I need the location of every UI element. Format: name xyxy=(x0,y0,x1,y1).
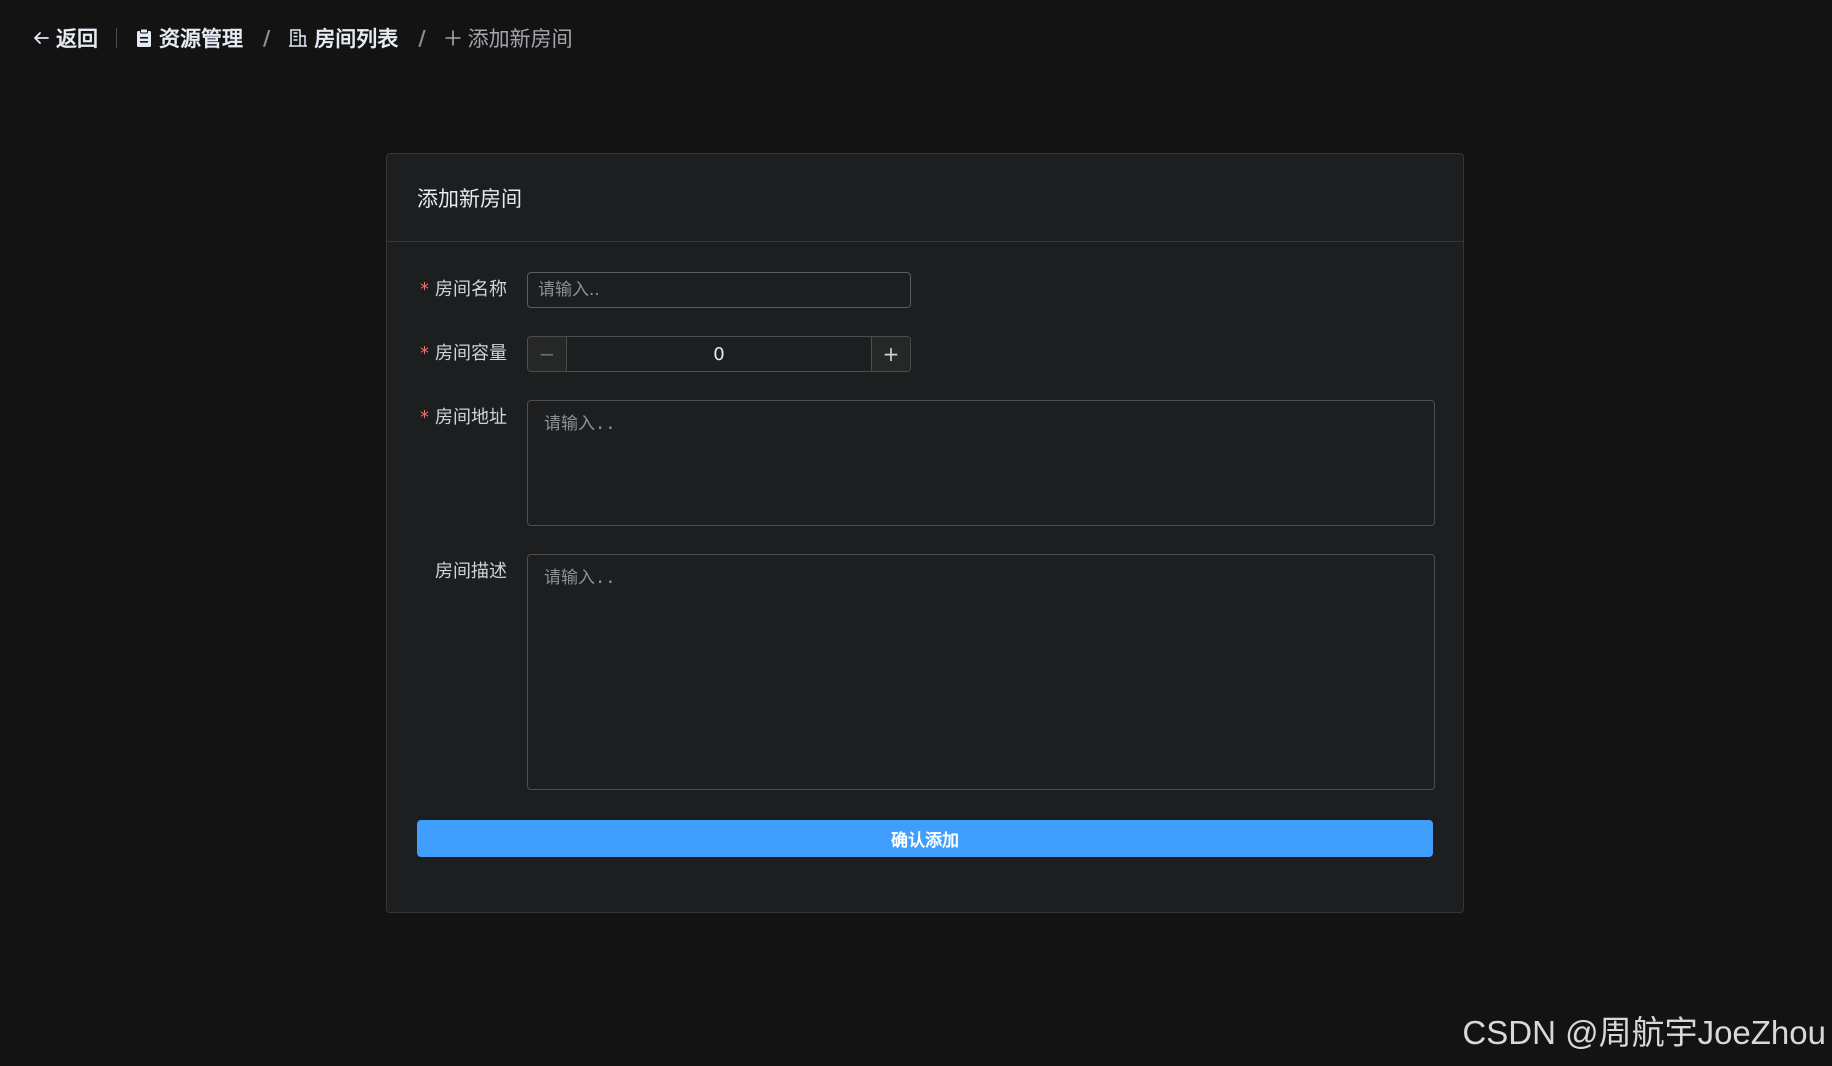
breadcrumb-label: 资源管理 xyxy=(159,27,243,51)
add-room-card: 添加新房间 * 房间名称 * 房间容量 − xyxy=(386,153,1464,913)
decrease-button[interactable]: − xyxy=(528,337,567,371)
increase-button[interactable]: + xyxy=(871,337,910,371)
breadcrumb-add-room: 添加新房间 xyxy=(444,23,573,53)
page-header: 返回 资源管理 / 房间列表 / 添加新房间 xyxy=(32,22,573,54)
room-capacity-control: − + xyxy=(527,336,911,372)
room-name-input[interactable] xyxy=(527,272,911,308)
card-header: 添加新房间 xyxy=(387,154,1463,242)
breadcrumb-room-list[interactable]: 房间列表 xyxy=(288,23,398,53)
room-address-label-text: 房间地址 xyxy=(435,407,507,428)
room-description-label: 房间描述 xyxy=(417,554,507,590)
form-row-address: * 房间地址 xyxy=(417,400,1435,526)
plus-icon xyxy=(445,30,461,46)
form-row-name: * 房间名称 xyxy=(417,272,1433,308)
clipboard-icon xyxy=(137,28,151,47)
room-capacity-label-text: 房间容量 xyxy=(435,343,507,364)
breadcrumb-separator: / xyxy=(418,26,426,50)
room-address-control xyxy=(527,400,1435,530)
confirm-add-button[interactable]: 确认添加 xyxy=(417,820,1433,857)
minus-icon: − xyxy=(538,342,556,366)
room-address-label: * 房间地址 xyxy=(417,400,507,436)
room-name-label-text: 房间名称 xyxy=(435,279,507,300)
breadcrumb-label: 房间列表 xyxy=(314,27,399,51)
capacity-stepper: − + xyxy=(527,336,911,372)
room-description-label-text: 房间描述 xyxy=(435,561,507,582)
room-name-label: * 房间名称 xyxy=(417,272,507,308)
back-button[interactable]: 返回 xyxy=(32,23,98,53)
room-capacity-label: * 房间容量 xyxy=(417,336,507,372)
required-mark: * xyxy=(420,279,429,300)
plus-icon: + xyxy=(882,342,900,366)
capacity-input[interactable] xyxy=(567,337,871,371)
form-row-capacity: * 房间容量 − + xyxy=(417,336,1433,372)
required-mark: * xyxy=(420,343,429,364)
back-label: 返回 xyxy=(56,27,98,51)
arrow-left-icon xyxy=(34,32,49,44)
watermark: CSDN @周航宇JoeZhou xyxy=(1462,1014,1826,1051)
required-mark: * xyxy=(420,407,429,428)
header-divider xyxy=(116,28,117,48)
room-description-textarea[interactable] xyxy=(527,554,1435,790)
breadcrumb-resource-management[interactable]: 资源管理 xyxy=(135,23,243,53)
office-building-icon xyxy=(289,29,308,47)
form-row-description: 房间描述 xyxy=(417,554,1435,790)
breadcrumb-separator: / xyxy=(263,26,271,50)
room-name-control xyxy=(527,272,911,308)
room-description-control xyxy=(527,554,1435,794)
breadcrumb-label: 添加新房间 xyxy=(467,27,573,51)
room-address-textarea[interactable] xyxy=(527,400,1435,526)
card-title: 添加新房间 xyxy=(417,186,522,211)
